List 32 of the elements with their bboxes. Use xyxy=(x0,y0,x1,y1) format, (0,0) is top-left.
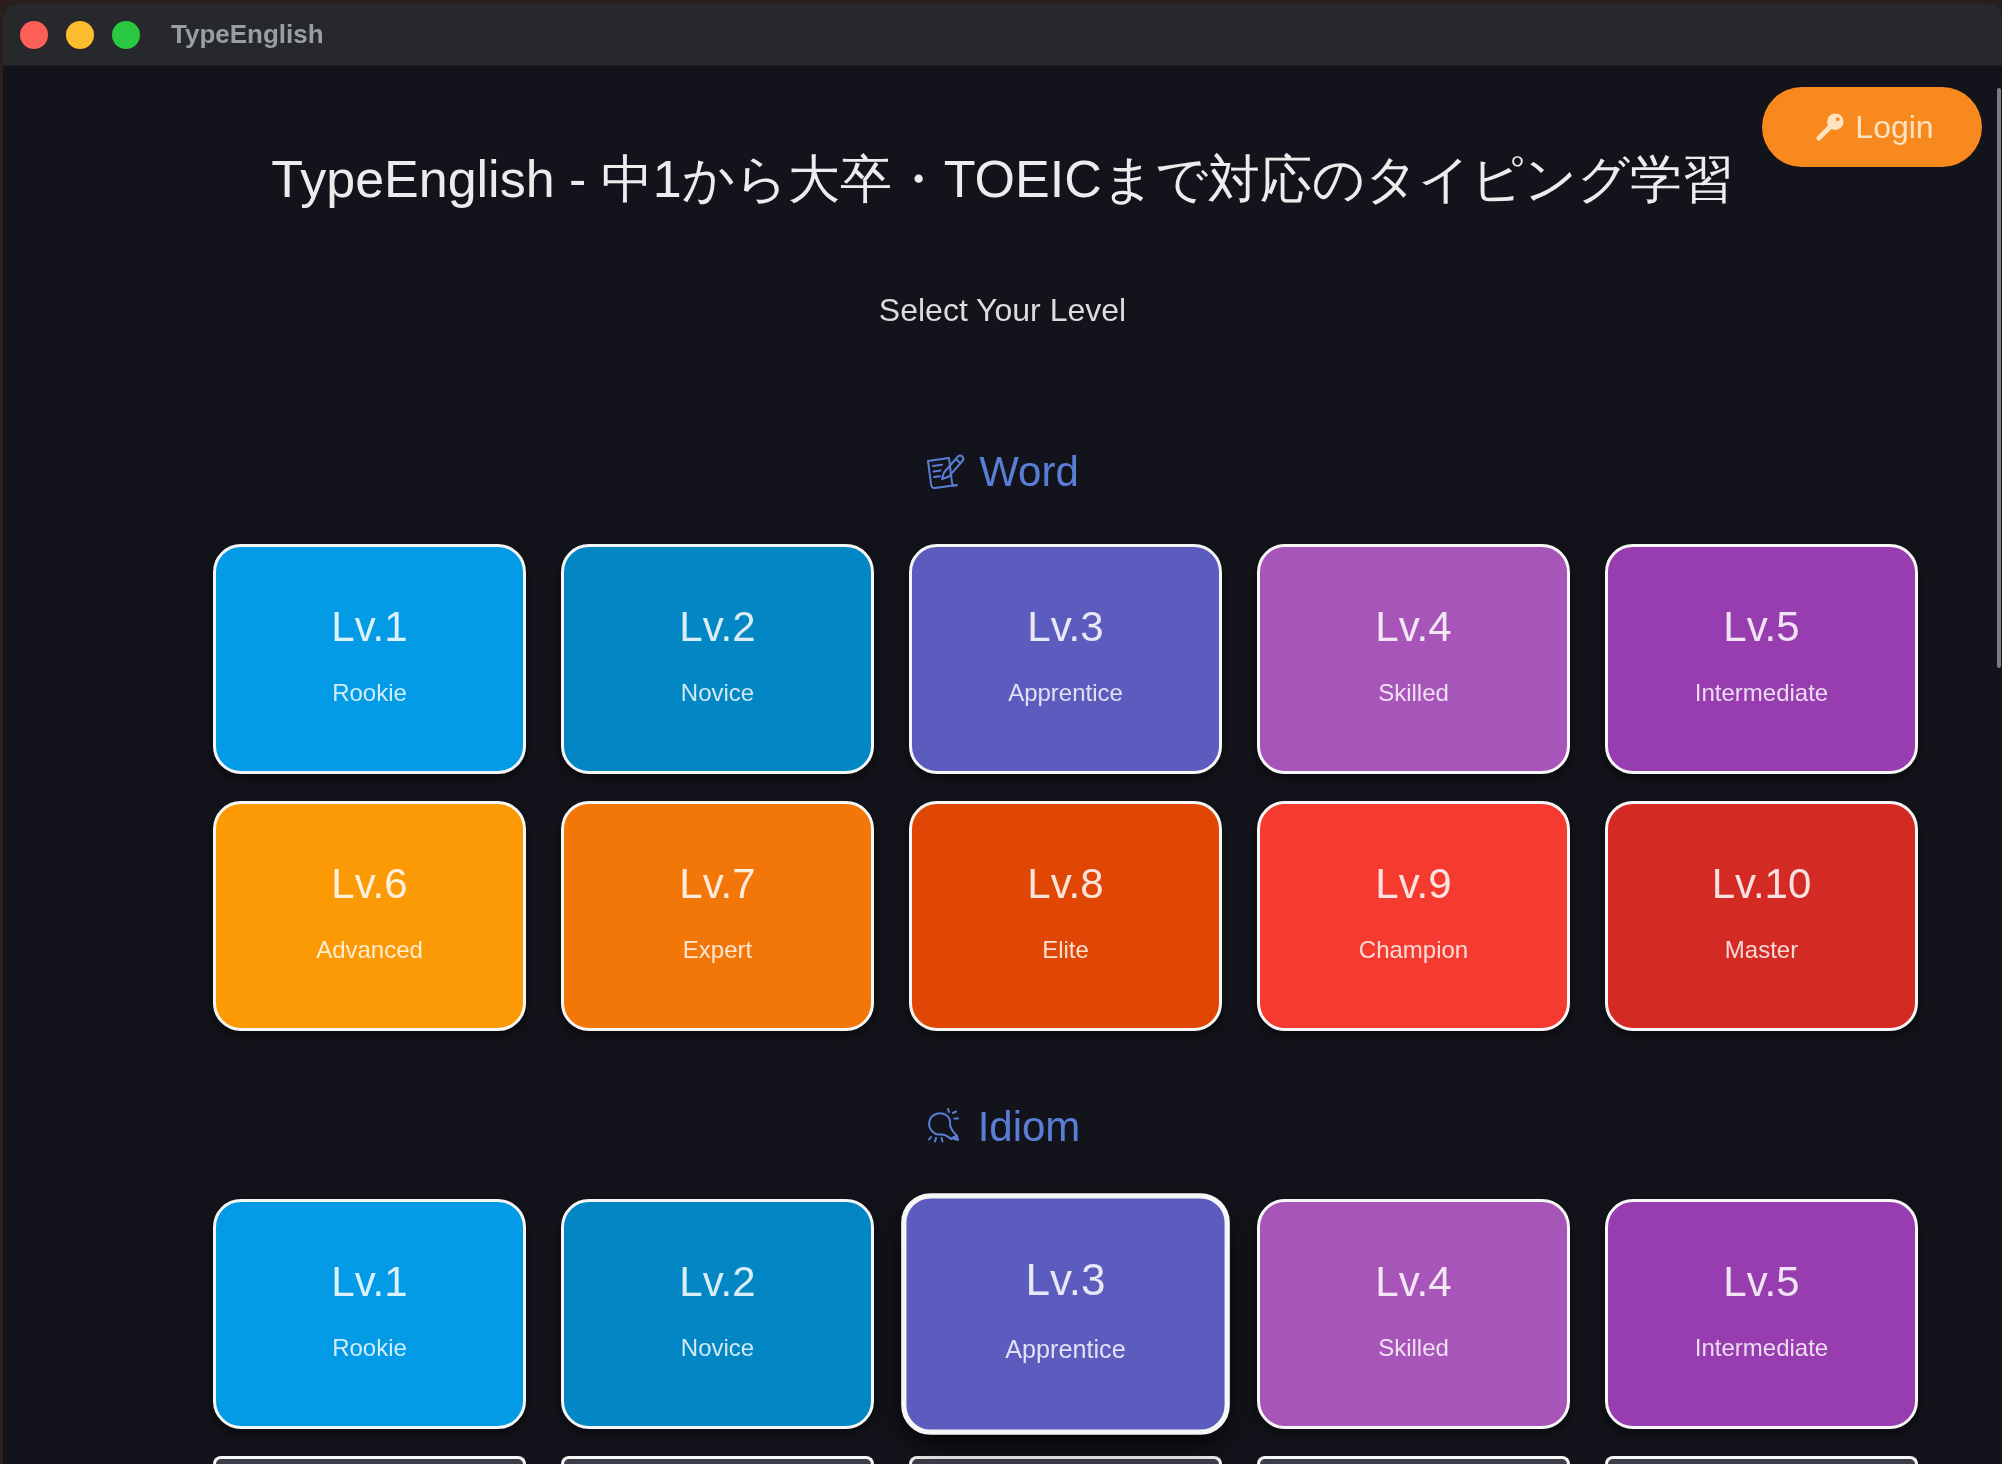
maximize-button[interactable] xyxy=(112,20,140,49)
page-title: TypeEnglish - 中1から大卒・TOEICまで対応のタイピング学習 xyxy=(271,149,1734,210)
level-card[interactable] xyxy=(213,1456,526,1464)
level-card[interactable]: Lv.9 Champion xyxy=(1257,801,1570,1031)
level-card[interactable]: Lv.8 Elite xyxy=(909,801,1222,1031)
level-card[interactable]: Lv.1 Rookie xyxy=(213,1199,526,1429)
level-card[interactable]: Lv.6 Advanced xyxy=(213,801,526,1031)
section-heading: Word xyxy=(979,447,1079,497)
login-button[interactable]: Login xyxy=(1762,87,1982,167)
level-card[interactable]: Lv.10 Master xyxy=(1605,801,1918,1031)
level-card[interactable]: Lv.7 Expert xyxy=(561,801,874,1031)
notepad-pencil-icon xyxy=(926,452,967,492)
minimize-button[interactable] xyxy=(66,20,94,49)
level-card[interactable] xyxy=(1257,1456,1570,1464)
close-button[interactable] xyxy=(20,20,48,49)
level-card[interactable]: Lv.3 Apprentice xyxy=(909,544,1222,774)
section-heading: Idiom xyxy=(977,1102,1081,1152)
level-card[interactable]: Lv.4 Skilled xyxy=(1257,544,1570,774)
key-icon xyxy=(1814,111,1846,143)
level-card[interactable]: Lv.1 Rookie xyxy=(213,544,526,774)
level-card[interactable]: Lv.2 Novice xyxy=(561,1199,874,1429)
scrollbar[interactable] xyxy=(1997,88,2001,668)
level-card[interactable]: Lv.4 Skilled xyxy=(1257,1199,1570,1429)
level-card[interactable] xyxy=(561,1456,874,1464)
level-card[interactable]: Lv.5 Intermediate xyxy=(1605,544,1918,774)
window-title: TypeEnglish xyxy=(171,19,324,50)
level-card[interactable]: Lv.2 Novice xyxy=(561,544,874,774)
level-card[interactable] xyxy=(909,1456,1222,1464)
level-card[interactable] xyxy=(1605,1456,1918,1464)
level-card[interactable]: Lv.5 Intermediate xyxy=(1605,1199,1918,1429)
level-card[interactable]: Lv.3 Apprentice xyxy=(901,1193,1230,1435)
page-subtitle: Select Your Level xyxy=(878,291,1127,329)
